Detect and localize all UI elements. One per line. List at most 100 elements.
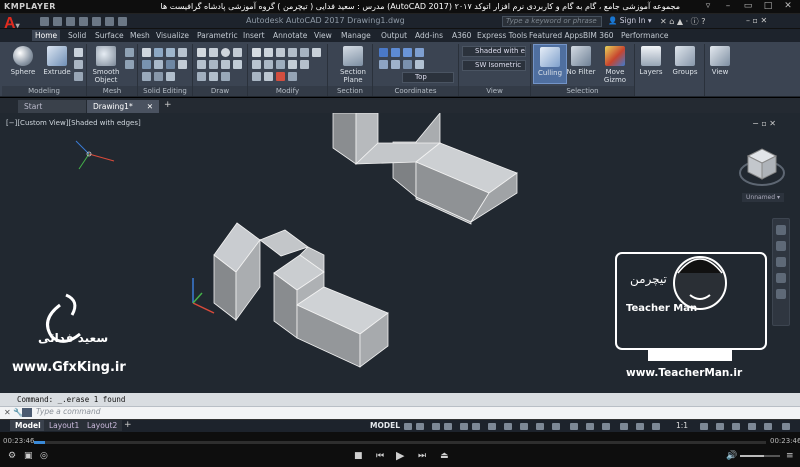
zoom-icon[interactable] bbox=[776, 257, 786, 267]
solid-edit-icon[interactable] bbox=[154, 60, 163, 69]
app-window-controls[interactable]: – ▫ ✕ bbox=[746, 16, 767, 25]
command-close-icon[interactable]: ✕ 🔧 bbox=[4, 408, 23, 417]
qat-open-icon[interactable] bbox=[53, 17, 62, 26]
player-minimize-icon[interactable]: – bbox=[722, 1, 734, 12]
filter-icon[interactable] bbox=[536, 423, 544, 430]
ribbon-tab-view[interactable]: View bbox=[311, 30, 335, 41]
qat-saveas-icon[interactable] bbox=[79, 17, 88, 26]
presspull-icon[interactable] bbox=[74, 48, 83, 57]
view-preset-dropdown[interactable]: SW Isometric bbox=[462, 60, 526, 71]
ribbon-tab-parametric[interactable]: Parametric bbox=[194, 30, 241, 41]
ribbon-tab-a360[interactable]: A360 bbox=[449, 30, 474, 41]
transparency-icon[interactable] bbox=[586, 423, 594, 430]
next-icon[interactable]: ⏭ bbox=[418, 451, 426, 461]
revolve-icon[interactable] bbox=[74, 72, 83, 81]
panel-label-selection[interactable]: Selection bbox=[531, 86, 634, 96]
panel-label-view[interactable]: View bbox=[459, 86, 530, 96]
mirror-icon[interactable] bbox=[264, 60, 273, 69]
sign-in-button[interactable]: 👤 Sign In ▾ bbox=[608, 16, 652, 25]
slice-icon[interactable] bbox=[178, 48, 187, 57]
move-gizmo-button[interactable]: Move Gizmo bbox=[598, 44, 632, 84]
copy-icon[interactable] bbox=[252, 60, 261, 69]
ribbon-tab-manage[interactable]: Manage bbox=[338, 30, 374, 41]
file-tab-start[interactable]: Start bbox=[18, 100, 86, 113]
layout-tab-layout2[interactable]: Layout2 bbox=[82, 420, 123, 431]
solid-edit-icon[interactable] bbox=[178, 60, 187, 69]
section-plane-button[interactable]: Section Plane bbox=[336, 44, 370, 84]
player-maximize-icon[interactable]: □ bbox=[762, 1, 774, 12]
eject-icon[interactable]: ⏏ bbox=[440, 451, 449, 461]
grid-icon[interactable] bbox=[404, 423, 412, 430]
ribbon-tab-solid[interactable]: Solid bbox=[65, 30, 89, 41]
groups-button[interactable]: Groups bbox=[668, 44, 702, 84]
ribbon-tab-insert[interactable]: Insert bbox=[240, 30, 268, 41]
ucs-icon[interactable] bbox=[403, 48, 412, 57]
previous-icon[interactable]: ⏮ bbox=[376, 451, 384, 461]
polar-icon[interactable] bbox=[444, 423, 452, 430]
mesh-tool-icon[interactable] bbox=[125, 48, 134, 57]
isodraft-icon[interactable] bbox=[460, 423, 468, 430]
loft-icon[interactable] bbox=[74, 60, 83, 69]
player-settings-icon[interactable]: ⚙ bbox=[8, 451, 16, 461]
viewcube[interactable] bbox=[739, 148, 785, 186]
navigation-bar[interactable] bbox=[772, 218, 790, 326]
qat-undo-icon[interactable] bbox=[105, 17, 114, 26]
autoscale-icon[interactable] bbox=[636, 423, 644, 430]
ribbon-tab-bim-360[interactable]: BIM 360 bbox=[580, 30, 617, 41]
draw-tool-icon[interactable] bbox=[233, 60, 242, 69]
modify-tool-icon[interactable] bbox=[288, 72, 297, 81]
play-icon[interactable]: ▶ bbox=[396, 449, 404, 462]
quick-properties-icon[interactable] bbox=[748, 423, 756, 430]
modify-tool-icon[interactable] bbox=[288, 48, 297, 57]
mesh-tool-icon[interactable] bbox=[125, 60, 134, 69]
ribbon-tab-mesh[interactable]: Mesh bbox=[127, 30, 153, 41]
steering-wheel-icon[interactable] bbox=[776, 225, 786, 235]
solid-edit-icon[interactable] bbox=[166, 60, 175, 69]
dynamic-ucs-icon[interactable] bbox=[520, 423, 528, 430]
snap-icon[interactable] bbox=[416, 423, 424, 430]
ribbon-tab-performance[interactable]: Performance bbox=[618, 30, 672, 41]
arc-icon[interactable] bbox=[233, 48, 242, 57]
annotation-scale[interactable]: 1:1 bbox=[676, 421, 688, 430]
annotation-monitor-icon[interactable] bbox=[716, 423, 724, 430]
workspace-gear-icon[interactable] bbox=[700, 423, 708, 430]
player-vr-icon[interactable]: ◎ bbox=[40, 451, 48, 461]
player-window-icon[interactable]: ▭ bbox=[742, 1, 754, 12]
rectangle-icon[interactable] bbox=[197, 60, 206, 69]
modify-tool-icon[interactable] bbox=[300, 48, 309, 57]
ucs-icon[interactable] bbox=[391, 60, 400, 69]
units-icon[interactable] bbox=[732, 423, 740, 430]
solid-edit-icon[interactable] bbox=[166, 72, 175, 81]
layout-tab-model[interactable]: Model bbox=[10, 420, 46, 431]
panel-label-modify[interactable]: Modify bbox=[248, 86, 327, 96]
ribbon-tab-home[interactable]: Home bbox=[32, 30, 61, 41]
viewcube-ucs-dropdown[interactable]: Unnamed ▾ bbox=[742, 193, 784, 202]
modify-tool-icon[interactable] bbox=[288, 60, 297, 69]
player-close-icon[interactable]: ✕ bbox=[782, 1, 794, 12]
pan-icon[interactable] bbox=[776, 241, 786, 251]
seek-bar[interactable] bbox=[34, 441, 766, 444]
subtract-icon[interactable] bbox=[154, 48, 163, 57]
ucs-icon[interactable] bbox=[391, 48, 400, 57]
solid-edit-icon[interactable] bbox=[142, 72, 151, 81]
model-space-toggle[interactable]: MODEL bbox=[370, 421, 400, 430]
panel-label-modeling[interactable]: Modeling bbox=[2, 86, 86, 96]
customization-icon[interactable] bbox=[782, 423, 790, 430]
command-line[interactable] bbox=[0, 406, 800, 419]
panel-label-section[interactable]: Section bbox=[328, 86, 372, 96]
annotation-visibility-icon[interactable] bbox=[620, 423, 628, 430]
sphere-button[interactable]: Sphere bbox=[6, 44, 40, 84]
command-prompt-icon[interactable] bbox=[22, 408, 32, 417]
ucs-icon[interactable] bbox=[379, 48, 388, 57]
selection-cycling-icon[interactable] bbox=[602, 423, 610, 430]
isolate-objects-icon[interactable] bbox=[764, 423, 772, 430]
ucs-preset-dropdown[interactable]: Top bbox=[402, 72, 454, 83]
draw-tool-icon[interactable] bbox=[221, 72, 230, 81]
close-tab-icon[interactable]: ✕ bbox=[147, 102, 153, 111]
array-icon[interactable] bbox=[264, 72, 273, 81]
volume-icon[interactable]: 🔊 bbox=[726, 451, 737, 461]
ribbon-tab-featured-apps[interactable]: Featured Apps bbox=[526, 30, 586, 41]
osnap-tracking-icon[interactable] bbox=[472, 423, 480, 430]
ucs-icon[interactable] bbox=[415, 48, 424, 57]
annotation-scale-icon[interactable] bbox=[652, 423, 660, 430]
